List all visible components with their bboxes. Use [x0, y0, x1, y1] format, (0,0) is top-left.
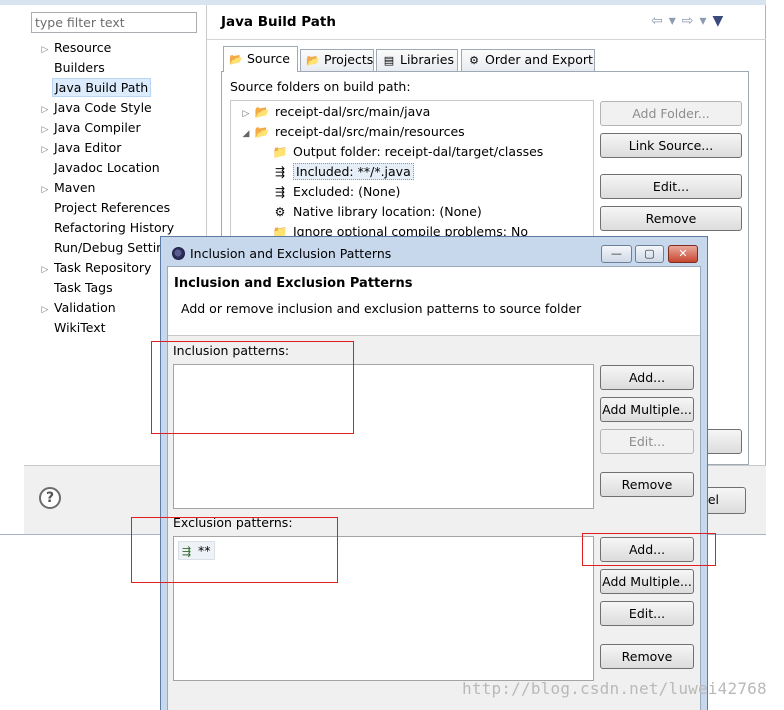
expand-arrow-icon[interactable]: ▷ — [38, 300, 52, 320]
folder-icon: 📂 — [229, 53, 243, 66]
dialog-header-title: Inclusion and Exclusion Patterns — [174, 276, 413, 291]
expand-arrow-icon[interactable]: ▷ — [38, 120, 52, 140]
watermark: http://blog.csdn.net/luwei42768 — [462, 679, 767, 698]
expand-arrow-icon[interactable]: ▷ — [38, 100, 52, 120]
edit-button[interactable]: Edit... — [600, 174, 742, 199]
tree-item-builders[interactable]: Builders — [38, 58, 176, 78]
dialog-header-description: Add or remove inclusion and exclusion pa… — [181, 301, 582, 316]
annotation-box-inclusion — [151, 341, 354, 434]
library-icon: ▤ — [383, 54, 395, 67]
tab-order-and-export[interactable]: ⚙ Order and Export — [461, 49, 595, 71]
page-navigation: ⇦ ▾ ⇨ ▾ ▼ — [651, 13, 729, 29]
tree-item-maven[interactable]: ▷ Maven — [38, 178, 176, 198]
inclusion-remove-button[interactable]: Remove — [600, 472, 694, 497]
tree-item-refactoring-history[interactable]: Refactoring History — [38, 218, 176, 238]
native-library-icon: ⚙ — [274, 205, 286, 219]
excluded-entry[interactable]: ⇶ Excluded: (None) — [271, 182, 400, 202]
filter-input[interactable] — [31, 12, 197, 33]
included-entry[interactable]: ⇶ Included: **/*.java — [271, 162, 414, 182]
page-title: Java Build Path — [221, 14, 336, 30]
view-menu-icon[interactable]: ▼ — [713, 13, 726, 29]
tab-source[interactable]: 📂 Source — [223, 46, 298, 72]
package-folder-icon: 📂 — [254, 125, 270, 139]
tree-item-java-build-path[interactable]: Java Build Path — [38, 78, 176, 98]
eclipse-icon — [172, 247, 185, 260]
forward-menu-icon[interactable]: ▾ — [700, 13, 709, 29]
expand-arrow-icon[interactable]: ▷ — [38, 260, 52, 280]
close-button[interactable]: ✕ — [668, 245, 698, 263]
annotation-box-add-button — [582, 533, 716, 566]
tree-item-project-references[interactable]: Project References — [38, 198, 176, 218]
tree-item-resource[interactable]: ▷ Resource — [38, 38, 176, 58]
inclusion-add-button[interactable]: Add... — [600, 365, 694, 390]
output-folder-entry[interactable]: 📁 Output folder: receipt-dal/target/clas… — [271, 142, 544, 162]
expand-arrow-icon[interactable]: ▷ — [239, 104, 253, 124]
maximize-button[interactable]: ▢ — [635, 245, 664, 263]
tree-item-java-compiler[interactable]: ▷ Java Compiler — [38, 118, 176, 138]
title-separator — [207, 39, 766, 40]
help-icon[interactable]: ? — [39, 487, 61, 509]
tree-item-task-tags[interactable]: Task Tags — [38, 278, 176, 298]
package-folder-icon: 📂 — [254, 105, 270, 119]
forward-arrow-icon[interactable]: ⇨ — [682, 13, 696, 29]
folder-icon: 📂 — [306, 54, 320, 67]
source-folder-tree[interactable]: ▷ 📂 receipt-dal/src/main/java ◢ 📂 receipt-… — [230, 100, 594, 240]
expand-arrow-icon[interactable]: ▷ — [38, 140, 52, 160]
source-folder-java[interactable]: ▷ 📂 receipt-dal/src/main/java — [239, 102, 431, 124]
back-arrow-icon[interactable]: ⇦ — [651, 13, 665, 29]
tree-item-validation[interactable]: ▷ Validation — [38, 298, 176, 318]
tab-projects[interactable]: 📂 Projects — [300, 49, 374, 71]
tree-item-javadoc-location[interactable]: Javadoc Location — [38, 158, 176, 178]
remove-button[interactable]: Remove — [600, 206, 742, 231]
expand-arrow-icon[interactable]: ▷ — [38, 180, 52, 200]
back-menu-icon[interactable]: ▾ — [669, 13, 678, 29]
window-top-strip — [0, 0, 766, 5]
exclusion-edit-button[interactable]: Edit... — [600, 601, 694, 626]
tree-item-run-debug-settings[interactable]: Run/Debug Setting — [38, 238, 176, 258]
tree-item-task-repository[interactable]: ▷ Task Repository — [38, 258, 176, 278]
minimize-button[interactable]: — — [601, 245, 632, 263]
tree-item-java-editor[interactable]: ▷ Java Editor — [38, 138, 176, 158]
link-source-button[interactable]: Link Source... — [600, 133, 742, 158]
native-library-entry[interactable]: ⚙ Native library location: (None) — [271, 202, 482, 222]
property-page-tree: ▷ Resource Builders Java Build Path ▷ Java… — [38, 38, 176, 338]
annotation-box-exclusion — [131, 517, 338, 583]
output-folder-icon: 📁 — [272, 145, 288, 159]
source-folder-resources[interactable]: ◢ 📂 receipt-dal/src/main/resources — [239, 122, 465, 142]
add-folder-button[interactable]: Add Folder... — [600, 101, 742, 126]
expand-arrow-icon[interactable]: ▷ — [38, 40, 52, 60]
tab-libraries[interactable]: ▤ Libraries — [376, 49, 458, 71]
collapse-arrow-icon[interactable]: ◢ — [239, 124, 253, 144]
source-folders-label: Source folders on build path: — [230, 79, 411, 94]
tree-item-java-code-style[interactable]: ▷ Java Code Style — [38, 98, 176, 118]
inclusion-edit-button[interactable]: Edit... — [600, 429, 694, 454]
header-separator — [168, 335, 700, 336]
exclusion-remove-button[interactable]: Remove — [600, 644, 694, 669]
tree-item-wikitext[interactable]: WikiText — [38, 318, 176, 338]
dialog-title: Inclusion and Exclusion Patterns — [190, 246, 392, 261]
inclusion-add-multiple-button[interactable]: Add Multiple... — [600, 397, 694, 422]
exclusion-add-multiple-button[interactable]: Add Multiple... — [600, 569, 694, 594]
order-export-icon: ⚙ — [469, 54, 479, 67]
filter-pattern-icon: ⇶ — [274, 185, 286, 199]
filter-pattern-icon: ⇶ — [274, 165, 286, 179]
